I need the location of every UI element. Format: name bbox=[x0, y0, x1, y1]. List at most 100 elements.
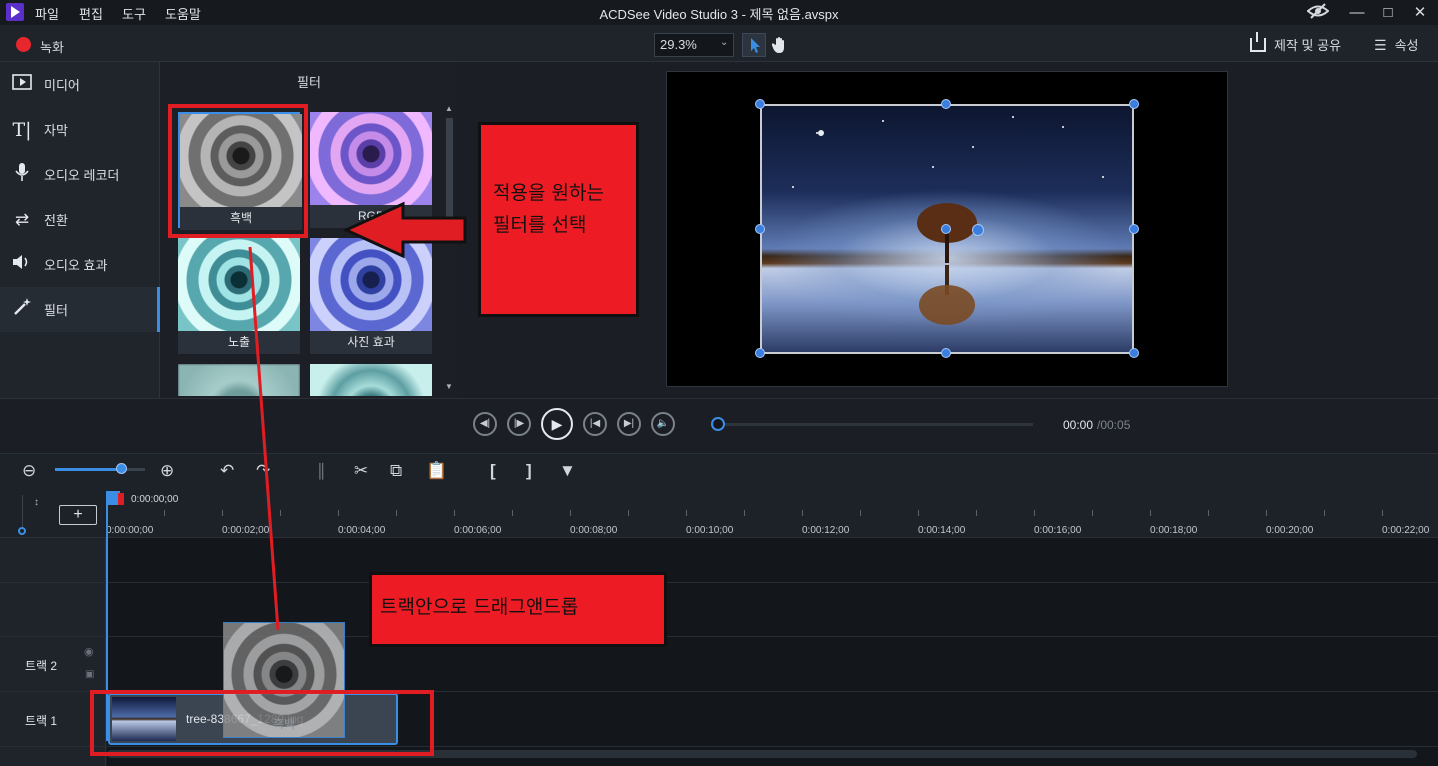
record-label[interactable]: 녹화 bbox=[40, 37, 64, 56]
filter-thumbnail bbox=[310, 364, 432, 396]
zoom-in-icon[interactable]: ⊕ bbox=[160, 461, 174, 481]
annotation-select-note: 적용을 원하는 필터를 선택 bbox=[478, 122, 639, 317]
seek-bar[interactable] bbox=[718, 423, 1033, 426]
resize-handle[interactable] bbox=[941, 348, 951, 358]
resize-handle[interactable] bbox=[755, 348, 765, 358]
sidebar-item-label: 자막 bbox=[44, 123, 68, 138]
scroll-up-icon[interactable]: ▲ bbox=[445, 104, 453, 113]
play-button[interactable]: ▶ bbox=[541, 408, 573, 440]
vertical-zoom-track[interactable] bbox=[22, 495, 23, 527]
skip-start-icon[interactable]: ◀| bbox=[473, 412, 497, 436]
close-button[interactable]: ✕ bbox=[1406, 2, 1434, 24]
rotate-handle[interactable] bbox=[972, 224, 984, 236]
minimize-button[interactable]: — bbox=[1343, 2, 1371, 24]
ruler-label: 0:00:22;00 bbox=[1382, 525, 1430, 536]
current-time: 00:00 bbox=[1063, 418, 1094, 432]
resize-handle[interactable] bbox=[941, 224, 951, 234]
text-icon: T| bbox=[12, 118, 32, 141]
annotation-highlight-filter bbox=[168, 104, 308, 238]
sidebar-item-label: 필터 bbox=[44, 303, 68, 318]
resize-handle[interactable] bbox=[755, 224, 765, 234]
window-title: ACDSee Video Studio 3 - 제목 없음.avspx bbox=[599, 7, 839, 22]
magic-wand-icon bbox=[0, 297, 44, 322]
timeline-zoom-knob[interactable] bbox=[116, 463, 127, 474]
volume-icon[interactable]: 🔈 bbox=[651, 412, 675, 436]
sidebar-item-transitions[interactable]: ⇄ 전환 bbox=[0, 197, 160, 242]
sidebar-item-audio-effects[interactable]: 오디오 효과 bbox=[0, 242, 160, 287]
annotation-arrow-icon bbox=[343, 201, 467, 259]
filter-panel-title: 필터 bbox=[297, 75, 321, 90]
seek-knob[interactable] bbox=[711, 417, 725, 431]
ruler-label: 0:00:10;00 bbox=[686, 525, 734, 536]
ruler-label: 0:00:00;00 bbox=[106, 525, 154, 536]
cut-icon[interactable]: ✂ bbox=[354, 461, 368, 481]
play-box-icon bbox=[0, 74, 44, 95]
ruler-label: 0:00:18;00 bbox=[1150, 525, 1198, 536]
record-icon[interactable] bbox=[16, 37, 31, 52]
sidebar-item-filters[interactable]: 필터 bbox=[0, 287, 160, 332]
scroll-down-icon[interactable]: ▼ bbox=[445, 382, 453, 391]
marker-icon[interactable]: ▼ bbox=[559, 461, 576, 481]
properties-label: 속성 bbox=[1394, 38, 1419, 53]
undo-icon[interactable]: ↶ bbox=[220, 461, 234, 481]
mark-in-icon[interactable]: [ bbox=[490, 461, 496, 481]
playhead-time: 0:00:00;00 bbox=[131, 494, 179, 505]
total-time: /00:05 bbox=[1097, 418, 1131, 432]
pointer-tool-button[interactable] bbox=[742, 33, 766, 57]
note-line: 적용을 원하는 bbox=[493, 182, 604, 204]
ruler-label: 0:00:08;00 bbox=[570, 525, 618, 536]
hand-tool-icon[interactable] bbox=[770, 35, 792, 57]
sidebar-item-label: 오디오 효과 bbox=[44, 258, 108, 273]
sidebar-item-media[interactable]: 미디어 bbox=[0, 62, 160, 107]
add-track-button[interactable]: + bbox=[59, 505, 97, 525]
tree-silhouette bbox=[917, 203, 977, 325]
mark-out-icon[interactable]: ] bbox=[526, 461, 532, 481]
filter-thumbnail bbox=[310, 112, 432, 205]
filter-label: 사진 효과 bbox=[310, 331, 432, 354]
share-label: 제작 및 공유 bbox=[1274, 38, 1342, 53]
list-icon: ☰ bbox=[1374, 37, 1387, 53]
vertical-zoom-icon[interactable]: ↕ bbox=[34, 497, 39, 508]
annotation-highlight-track bbox=[90, 690, 434, 756]
zoom-out-icon[interactable]: ⊖ bbox=[22, 461, 36, 481]
sidebar-item-label: 전환 bbox=[44, 213, 68, 228]
resize-handle[interactable] bbox=[755, 99, 765, 109]
skip-end-icon[interactable]: ▶| bbox=[617, 412, 641, 436]
track-1-label: 트랙 1 bbox=[25, 714, 58, 728]
playhead-marker bbox=[118, 493, 124, 505]
speaker-icon bbox=[0, 254, 44, 275]
resize-handle[interactable] bbox=[1129, 99, 1139, 109]
sidebar-item-audio-recorder[interactable]: 오디오 레코더 bbox=[0, 152, 160, 197]
resize-handle[interactable] bbox=[1129, 348, 1139, 358]
sidebar-item-titles[interactable]: T| 자막 bbox=[0, 107, 160, 152]
ruler-label: 0:00:14;00 bbox=[918, 525, 966, 536]
vertical-zoom-knob[interactable] bbox=[18, 527, 26, 535]
eye-icon[interactable]: ◉ bbox=[84, 645, 94, 658]
preview-eye-icon[interactable] bbox=[1304, 2, 1332, 24]
copy-icon[interactable]: ⧉ bbox=[390, 461, 402, 481]
note-line: 필터를 선택 bbox=[493, 214, 587, 236]
properties-button[interactable]: ☰ 속성 bbox=[1374, 35, 1418, 54]
ruler-label: 0:00:16;00 bbox=[1034, 525, 1082, 536]
microphone-icon bbox=[0, 162, 44, 187]
maximize-button[interactable]: □ bbox=[1374, 2, 1402, 24]
resize-handle[interactable] bbox=[941, 99, 951, 109]
sidebar-item-label: 미디어 bbox=[44, 78, 80, 93]
step-back-icon[interactable]: |◀ bbox=[583, 412, 607, 436]
timeline-zoom-fill bbox=[55, 468, 121, 471]
lock-icon[interactable]: ▣ bbox=[85, 669, 94, 680]
resize-handle[interactable] bbox=[1129, 224, 1139, 234]
produce-share-button[interactable]: 제작 및 공유 bbox=[1250, 32, 1342, 54]
split-icon[interactable]: ∥ bbox=[317, 461, 326, 481]
annotation-drag-note: 트랙안으로 드래그앤드롭 bbox=[369, 572, 667, 647]
ruler-label: 0:00:04;00 bbox=[338, 525, 386, 536]
filter-item-sharpen[interactable] bbox=[310, 364, 432, 396]
transition-arrows-icon: ⇄ bbox=[14, 209, 30, 229]
annotation-drag-line bbox=[248, 246, 280, 631]
ruler-label: 0:00:06;00 bbox=[454, 525, 502, 536]
paste-icon[interactable]: 📋 bbox=[426, 461, 447, 481]
sidebar-item-label: 오디오 레코더 bbox=[44, 168, 120, 183]
track-2-label: 트랙 2 bbox=[25, 659, 58, 673]
chevron-down-icon[interactable]: ⌄ bbox=[720, 37, 728, 48]
step-forward-icon[interactable]: |▶ bbox=[507, 412, 531, 436]
